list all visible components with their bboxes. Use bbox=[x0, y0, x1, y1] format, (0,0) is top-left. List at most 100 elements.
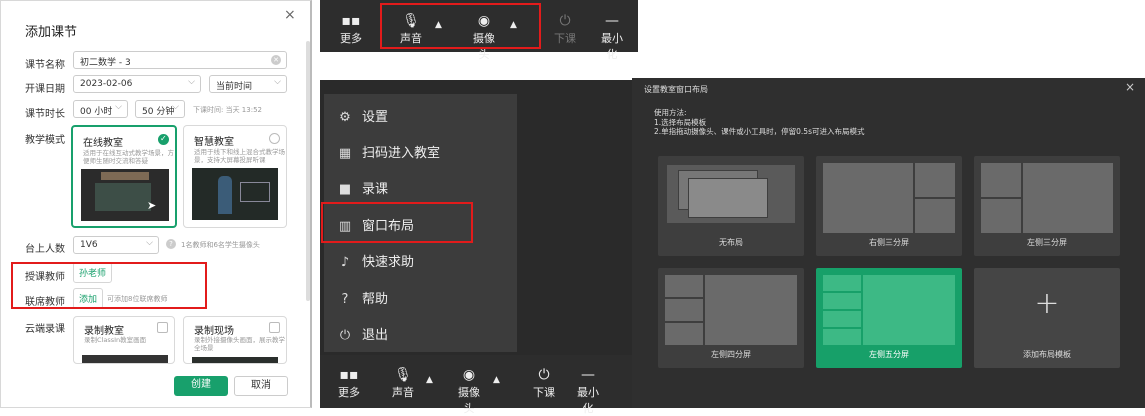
layout-block bbox=[822, 292, 862, 310]
caret-up-icon[interactable]: ▲ bbox=[426, 375, 433, 385]
create-button[interactable]: 创建 bbox=[174, 376, 228, 396]
mode-smart-desc: 适用于线下和线上混合式教学场景，支持大屏幕投屏听课 bbox=[194, 148, 285, 164]
menu-item-record[interactable]: ■ 录课 bbox=[336, 178, 388, 197]
gear-icon: ⚙ bbox=[339, 110, 351, 125]
menu-item-exit[interactable]: ⏻ 退出 bbox=[336, 324, 388, 343]
end-class-button[interactable]: ⏻ 下课 bbox=[531, 366, 557, 400]
minutes-select[interactable]: 50 分钟 bbox=[135, 100, 185, 118]
highlight-box bbox=[11, 262, 207, 309]
whiteboard-area bbox=[95, 183, 151, 211]
qr-code-icon: ▦ bbox=[338, 146, 352, 161]
question-icon: ? bbox=[341, 292, 349, 307]
record-class-card[interactable]: 录制教室 录制ClassIn教室画面 bbox=[73, 316, 175, 364]
layout-block bbox=[822, 162, 914, 234]
cursor-icon: ➤ bbox=[147, 199, 157, 212]
menu-item-label: 设置 bbox=[362, 110, 389, 125]
hours-value: 00 小时 bbox=[80, 107, 113, 117]
video-strip bbox=[101, 172, 149, 180]
tile-label: 左侧四分屏 bbox=[711, 350, 751, 359]
lesson-name-input[interactable]: 初二数学 - 3 bbox=[73, 51, 287, 69]
hours-select[interactable]: 00 小时 bbox=[73, 100, 128, 118]
teacher-figure bbox=[218, 176, 232, 214]
instruction-line: 使用方法: bbox=[654, 108, 687, 117]
menu-item-label: 扫码进入教室 bbox=[362, 146, 441, 161]
record-live-card[interactable]: 录制现场 录制外接摄像头画面，展示教学全场景 bbox=[183, 316, 287, 364]
menu-item-help[interactable]: ? 帮助 bbox=[336, 288, 388, 307]
close-icon[interactable]: × bbox=[1125, 80, 1135, 94]
scrollbar[interactable] bbox=[306, 41, 310, 301]
clear-icon[interactable]: ✕ bbox=[271, 55, 281, 65]
tile-label: 添加布局模板 bbox=[1023, 350, 1071, 359]
minimize-icon: — bbox=[605, 13, 619, 29]
power-icon: ⏻ bbox=[559, 13, 571, 29]
video-icon: ■ bbox=[338, 182, 352, 197]
layout-block bbox=[664, 322, 704, 346]
highlight-box bbox=[321, 202, 473, 243]
date-value: 2023-02-06 bbox=[80, 79, 133, 89]
layout-block bbox=[822, 274, 862, 292]
checkbox-icon[interactable] bbox=[157, 322, 168, 333]
layout-block bbox=[704, 274, 798, 346]
instructions: 使用方法: 1.选择布局模板 2.单指拖动摄像头、课件或小工具时，停留0.5s可… bbox=[654, 108, 865, 137]
layout-tile-left-three[interactable]: 左侧三分屏 bbox=[974, 156, 1120, 256]
end-class-label: 下课 bbox=[533, 386, 555, 399]
add-layout-template-tile[interactable]: + 添加布局模板 bbox=[974, 268, 1120, 368]
rec-live-preview bbox=[192, 357, 278, 363]
mode-smart-title: 智慧教室 bbox=[194, 137, 234, 148]
layout-block bbox=[688, 178, 768, 218]
bell-icon: ♪ bbox=[340, 255, 350, 270]
time-select[interactable]: 当前时间 bbox=[209, 75, 287, 93]
mode-online-card[interactable]: 在线教室 适用于在线互动式教学场景，方便师生随时交流和答疑 ➤ bbox=[71, 125, 177, 228]
checkbox-icon[interactable] bbox=[269, 322, 280, 333]
plus-icon: + bbox=[1034, 286, 1060, 321]
minimize-button[interactable]: — 最小化 bbox=[596, 12, 628, 62]
mode-smart-card[interactable]: 智慧教室 适用于线下和线上混合式教学场景，支持大屏幕投屏听课 bbox=[183, 125, 287, 228]
dialog-title: 添加课节 bbox=[25, 25, 78, 40]
help-icon[interactable]: ? bbox=[166, 239, 176, 249]
layout-block bbox=[980, 198, 1022, 234]
minimize-button[interactable]: — 最小化 bbox=[572, 366, 604, 416]
end-class-label: 下课 bbox=[554, 32, 576, 45]
date-label: 开课日期 bbox=[25, 84, 65, 95]
tile-label: 左侧三分屏 bbox=[1027, 238, 1067, 247]
stage-select[interactable]: 1V6 bbox=[73, 236, 159, 254]
end-class-button[interactable]: ⏻ 下课 bbox=[552, 12, 578, 46]
bottom-toolbar: ▪▪ 更多 🎙 声音 ▲ ◉ 摄像头 ▲ ⏻ 下课 — 最小化 bbox=[320, 355, 638, 415]
minimize-label: 最小化 bbox=[577, 386, 599, 415]
camera-icon: ◉ bbox=[462, 367, 476, 383]
menu-item-help-request[interactable]: ♪ 快速求助 bbox=[336, 251, 414, 270]
menu-item-settings[interactable]: ⚙ 设置 bbox=[336, 106, 388, 125]
time-value: 当前时间 bbox=[216, 82, 253, 92]
caret-up-icon[interactable]: ▲ bbox=[493, 375, 500, 385]
mode-online-title: 在线教室 bbox=[83, 138, 123, 149]
camera-button[interactable]: ◉ 摄像头 bbox=[453, 366, 485, 416]
layout-tile-right-three[interactable]: 右侧三分屏 bbox=[816, 156, 962, 256]
layout-tile-left-five[interactable]: 左侧五分屏 bbox=[816, 268, 962, 368]
more-button[interactable]: ▪▪ 更多 bbox=[338, 12, 364, 46]
add-lesson-dialog: 添加课节 × 课节名称 初二数学 - 3 ✕ 开课日期 2023-02-06 当… bbox=[0, 0, 312, 408]
layout-tile-none[interactable]: 无布局 bbox=[658, 156, 804, 256]
lesson-name-value: 初二数学 - 3 bbox=[80, 58, 131, 68]
duration-label: 课节时长 bbox=[25, 109, 65, 120]
menu-item-label: 快速求助 bbox=[362, 255, 415, 270]
rec-class-preview bbox=[82, 355, 168, 363]
menu-item-label: 退出 bbox=[362, 328, 389, 343]
stage-label: 台上人数 bbox=[25, 244, 65, 255]
lesson-name-label: 课节名称 bbox=[25, 60, 65, 71]
layout-dialog: 设置教室窗口布局 × 使用方法: 1.选择布局模板 2.单指拖动摄像头、课件或小… bbox=[632, 78, 1145, 408]
minimize-label: 最小化 bbox=[601, 32, 623, 61]
audio-button[interactable]: 🎙 声音 bbox=[390, 366, 416, 400]
layout-dialog-title: 设置教室窗口布局 bbox=[644, 85, 708, 94]
layout-block bbox=[822, 310, 862, 328]
more-button[interactable]: ▪▪ 更多 bbox=[336, 366, 362, 400]
close-icon[interactable]: × bbox=[284, 7, 296, 23]
camera-label: 摄像头 bbox=[458, 386, 480, 415]
date-picker[interactable]: 2023-02-06 bbox=[73, 75, 201, 93]
layout-tile-left-four[interactable]: 左侧四分屏 bbox=[658, 268, 804, 368]
layout-block bbox=[914, 198, 956, 234]
menu-item-scan[interactable]: ▦ 扫码进入教室 bbox=[336, 142, 440, 161]
rec-live-desc: 录制外接摄像头画面，展示教学全场景 bbox=[194, 336, 285, 352]
cancel-button[interactable]: 取消 bbox=[234, 376, 288, 396]
end-time-hint: 下课时间: 当天 13:52 bbox=[193, 106, 262, 114]
layout-block bbox=[862, 274, 956, 346]
